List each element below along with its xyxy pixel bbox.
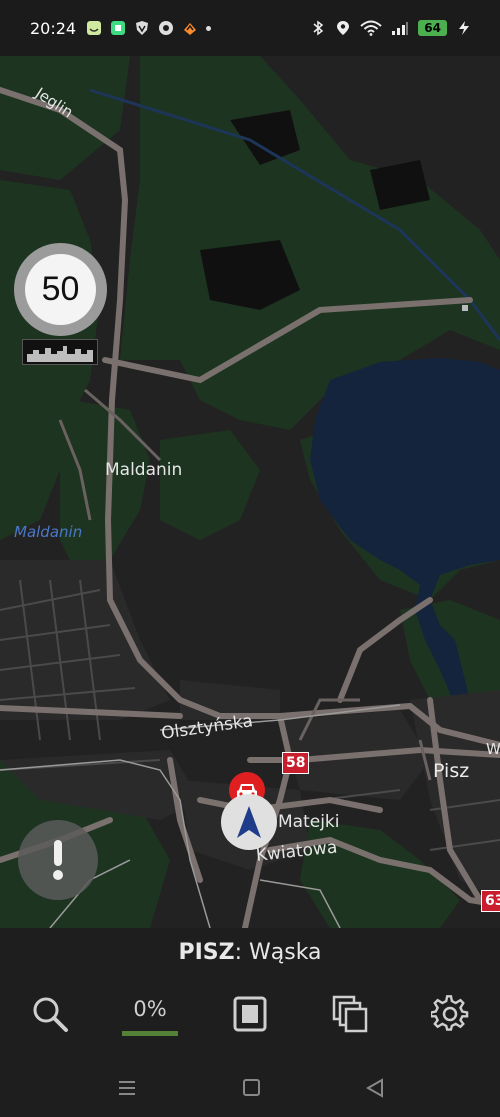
home-square-icon [243, 1079, 260, 1096]
face-app-icon [87, 21, 102, 35]
road-badge-63: 63 [481, 890, 500, 912]
home-nav-button[interactable] [234, 1074, 268, 1102]
back-nav-button[interactable] [358, 1074, 392, 1102]
speed-limit-sign: 50 [14, 243, 107, 336]
map-app-icon [184, 23, 197, 35]
current-position-arrow[interactable] [221, 794, 277, 850]
search-button[interactable] [25, 984, 75, 1044]
settings-button[interactable] [425, 984, 475, 1044]
report-button[interactable] [18, 820, 98, 900]
location-icon [337, 21, 350, 35]
layers-icon [332, 995, 368, 1033]
speed-limit-value: 50 [25, 254, 96, 325]
system-nav-bar [0, 1056, 500, 1116]
progress-label: 0% [133, 997, 167, 1021]
gear-icon [431, 995, 469, 1031]
label-matejki: Matejki [278, 812, 340, 832]
city-skyline-icon [27, 346, 93, 362]
bottom-panel: PISZ: Wąska 0% [0, 928, 500, 1117]
menu-nav-button[interactable] [110, 1074, 144, 1102]
back-triangle-icon [365, 1078, 383, 1098]
battery-icon: 64 [418, 20, 447, 36]
stop-icon [233, 996, 267, 1032]
vpn-shield-icon [136, 21, 149, 35]
navigation-arrow-icon [237, 806, 261, 838]
built-up-area-sign [22, 339, 98, 365]
status-notifications [86, 20, 212, 36]
label-pisz: Pisz [433, 760, 470, 782]
label-w-edge: W [486, 740, 500, 758]
status-system: 64 [310, 20, 472, 36]
search-icon [33, 997, 68, 1032]
street-separator: : [234, 940, 242, 965]
stop-button[interactable] [225, 984, 275, 1044]
charging-icon [459, 21, 469, 35]
current-street-name: Wąska [242, 940, 322, 965]
label-maldanin-water: Maldanin [14, 523, 83, 541]
road-badge-58: 58 [282, 752, 310, 774]
map-poi-marker [462, 305, 468, 311]
toolbar: 0% [0, 984, 500, 1044]
menu-icon [119, 1081, 135, 1095]
progress-fill [122, 1031, 178, 1036]
layers-button[interactable] [325, 984, 375, 1044]
chrome-icon [159, 21, 174, 35]
bluetooth-icon [313, 20, 324, 36]
label-maldanin-town: Maldanin [105, 460, 183, 480]
more-dot-icon [206, 25, 212, 31]
current-street: PISZ: Wąska [0, 940, 500, 965]
exclamation-icon [53, 840, 63, 880]
wifi-icon [360, 20, 382, 36]
progress-bar [122, 1031, 178, 1036]
signal-icon [392, 22, 409, 35]
current-city: PISZ [178, 940, 235, 965]
status-time: 20:24 [30, 18, 77, 38]
status-bar: 20:24 64 [0, 0, 500, 56]
android-app-icon [111, 21, 126, 35]
